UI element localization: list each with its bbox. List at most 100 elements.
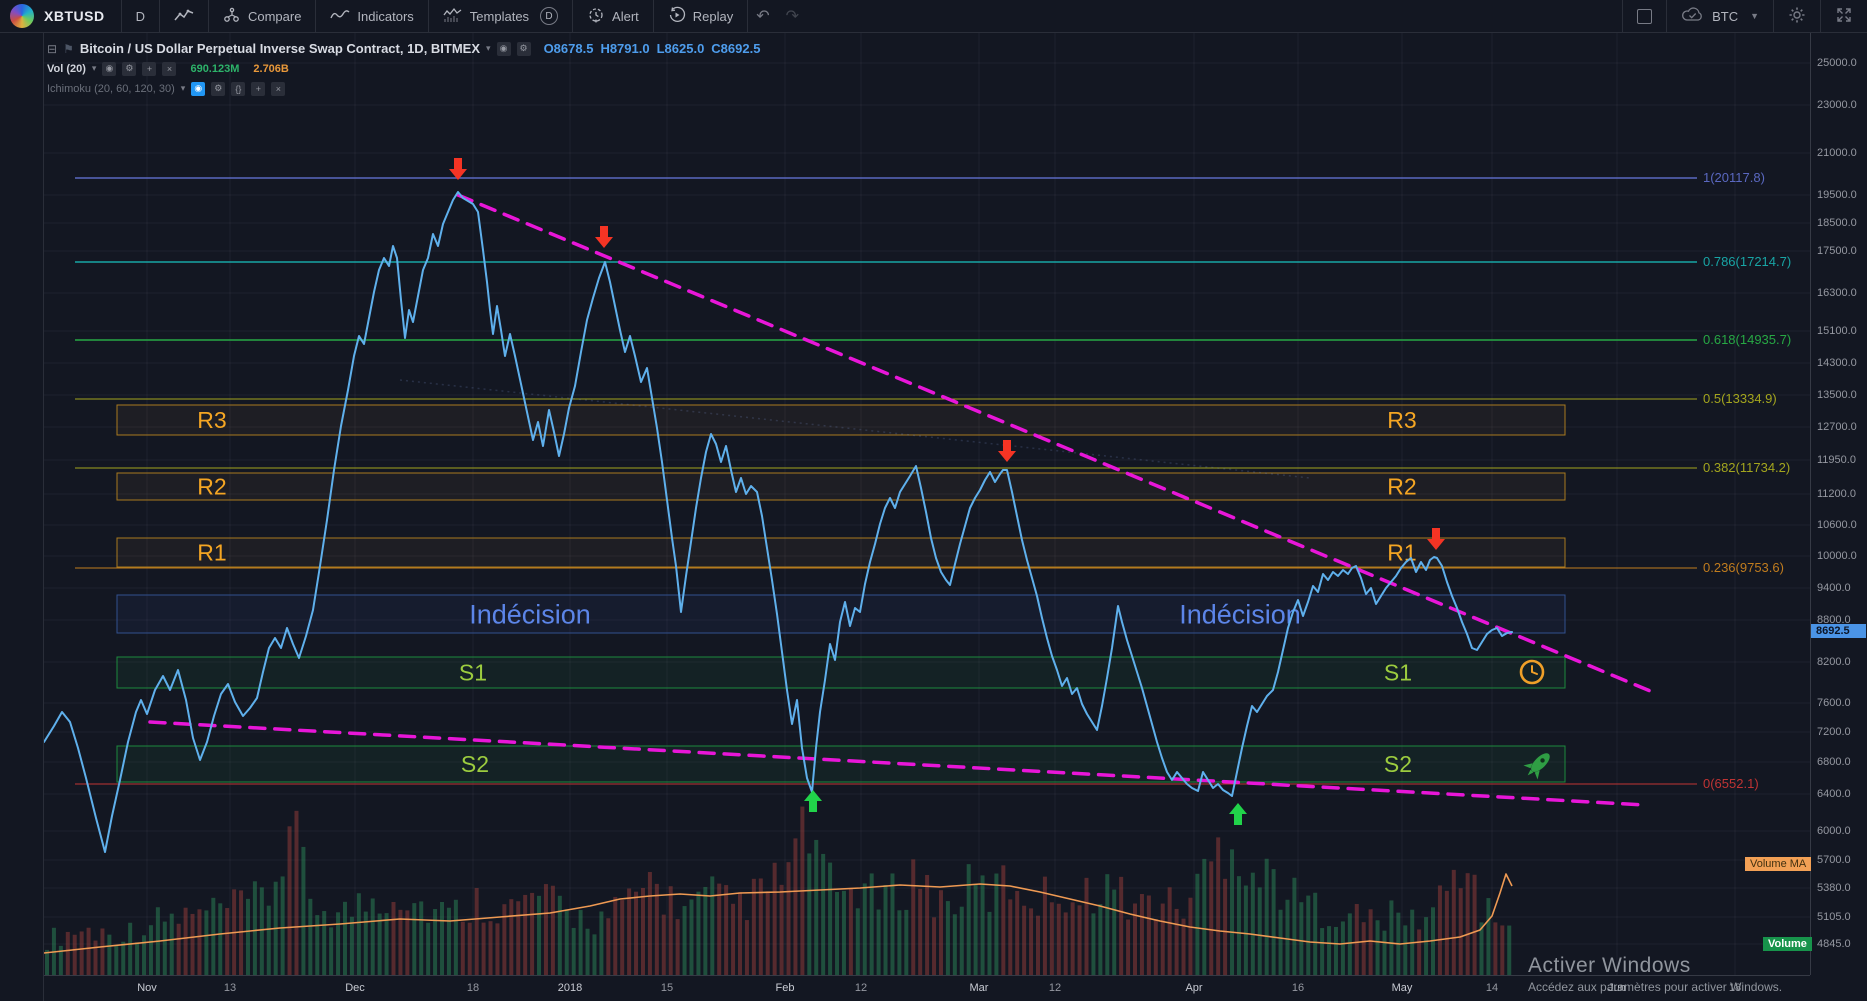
volume-badge: Volume (1763, 937, 1812, 951)
volume-bar (65, 931, 70, 975)
caret-icon[interactable]: ▾ (92, 63, 97, 74)
collapse-legend-icon[interactable]: ⊟ (47, 42, 57, 56)
volume-bar (1361, 922, 1366, 975)
volume-bar (1306, 895, 1311, 975)
volume-bar (1223, 878, 1228, 975)
volume-bar (1424, 917, 1429, 975)
caret-icon[interactable]: ▾ (181, 83, 186, 94)
volume-bar (1507, 925, 1512, 975)
indicators-button[interactable]: Indicators (316, 0, 427, 33)
zone-support[interactable] (116, 745, 1566, 783)
fullscreen-button[interactable] (1821, 0, 1867, 33)
volume-bar (1153, 919, 1158, 975)
volume-bar (883, 884, 888, 975)
chart-style-button[interactable] (160, 0, 208, 33)
volume-bar (460, 921, 465, 975)
volume-bar (1230, 849, 1235, 975)
volume-bar (1070, 902, 1075, 975)
fib-level-label: 0.382(11734.2) (1703, 460, 1790, 475)
replay-button[interactable]: Replay (654, 0, 747, 33)
price-tick: 5380.0 (1817, 882, 1851, 894)
undo-button[interactable]: ↶ (748, 6, 777, 26)
volume-bar (1112, 889, 1117, 975)
sell-arrow-icon[interactable] (998, 440, 1016, 462)
volume-bar (731, 903, 736, 975)
eye-icon[interactable]: ◉ (102, 61, 117, 76)
volume-bar (488, 921, 493, 975)
volume-bar (391, 901, 396, 975)
gear-icon[interactable]: ⚙ (516, 41, 531, 56)
volume-bar (1320, 928, 1325, 975)
volume-bar (481, 922, 486, 975)
plus-icon[interactable]: + (142, 61, 157, 76)
close-icon[interactable]: × (271, 81, 286, 96)
plus-icon[interactable]: + (251, 81, 266, 96)
volume-bar (1451, 869, 1456, 975)
time-tick: Mar (969, 982, 989, 994)
tradingview-logo[interactable] (10, 4, 34, 28)
volume-bar (966, 864, 971, 975)
ichimoku-indicator-label[interactable]: Ichimoku (20, 60, 120, 30) (47, 83, 175, 95)
sell-arrow-icon[interactable] (449, 158, 467, 180)
zone-label: R1 (197, 540, 226, 566)
compare-button[interactable]: Compare (209, 0, 315, 33)
gear-icon[interactable]: ⚙ (211, 81, 226, 96)
buy-arrow-icon[interactable] (1229, 803, 1247, 825)
templates-default-badge[interactable]: D (540, 7, 559, 25)
layout-icon (1637, 8, 1653, 24)
price-axis[interactable]: 25000.0 23000.0 21000.0 19500.0 18500.0 17500… (1810, 33, 1867, 975)
volume-indicator-label[interactable]: Vol (20) (47, 63, 86, 75)
buy-arrow-icon[interactable] (804, 790, 822, 812)
chart-canvas[interactable]: R3 R3R2 R2R1 R1Indécision IndécisionS1 S1S2 S2… (0, 0, 1867, 1001)
layout-button[interactable] (1623, 0, 1666, 33)
volume-bar (1333, 926, 1338, 975)
ohlc-values: O8678.5 H8791.0 L8625.0 C8692.5 (537, 41, 761, 56)
symbol-button[interactable]: XBTUSD (44, 8, 105, 24)
sell-arrow-icon[interactable] (595, 226, 613, 248)
drawing-toolbar (0, 33, 44, 1001)
volume-bar (1257, 887, 1262, 975)
interval-button[interactable]: D (122, 0, 159, 33)
volume-bar (1354, 904, 1359, 975)
flag-icon[interactable]: ⚑ (63, 42, 74, 56)
eye-icon[interactable]: ◉ (496, 41, 511, 56)
cloud-account-button[interactable]: BTC ▼ (1667, 0, 1773, 33)
volume-bar (1084, 877, 1089, 975)
volume-bar (1299, 902, 1304, 975)
volume-bar (564, 909, 569, 975)
volume-bar (932, 917, 937, 975)
time-axis[interactable]: Nov 13 Dec 18 2018 15 Feb 12 Mar 12 Apr 16 May 14 Jun 1… (44, 975, 1810, 1001)
volume-bar (1008, 899, 1013, 975)
volume-bar (1035, 915, 1040, 975)
gear-icon[interactable]: ⚙ (122, 61, 137, 76)
volume-bar (245, 898, 250, 975)
volume-bar (183, 907, 188, 975)
volume-bar (765, 891, 770, 975)
zone-resistance[interactable] (116, 537, 1566, 568)
price-tick: 19500.0 (1817, 189, 1857, 201)
volume-bar (543, 884, 548, 975)
volume-bar (994, 873, 999, 975)
alert-button[interactable]: Alert (573, 0, 653, 33)
symbol-caret-icon[interactable]: ▾ (486, 43, 491, 54)
volume-bar (1493, 922, 1498, 975)
redo-button[interactable]: ↷ (778, 6, 807, 26)
close-icon[interactable]: × (162, 61, 177, 76)
templates-button[interactable]: Templates D (429, 0, 572, 33)
volume-bar (1486, 898, 1491, 975)
zone-resistance[interactable] (116, 472, 1566, 501)
zone-resistance[interactable] (116, 404, 1566, 436)
source-code-icon[interactable]: {} (231, 81, 246, 96)
eye-icon-active[interactable]: ◉ (191, 81, 206, 96)
price-tick: 23000.0 (1817, 99, 1857, 111)
volume-bar (329, 927, 334, 975)
volume-bar (1056, 903, 1061, 975)
alert-label: Alert (612, 8, 639, 24)
time-tick: 2018 (557, 982, 583, 994)
volume-bar (862, 883, 867, 975)
symbol-title[interactable]: Bitcoin / US Dollar Perpetual Inverse Sw… (80, 41, 480, 56)
volume-bar (738, 892, 742, 975)
zone-support[interactable] (116, 656, 1566, 689)
volume-bar (162, 921, 167, 975)
settings-button[interactable] (1774, 0, 1820, 33)
